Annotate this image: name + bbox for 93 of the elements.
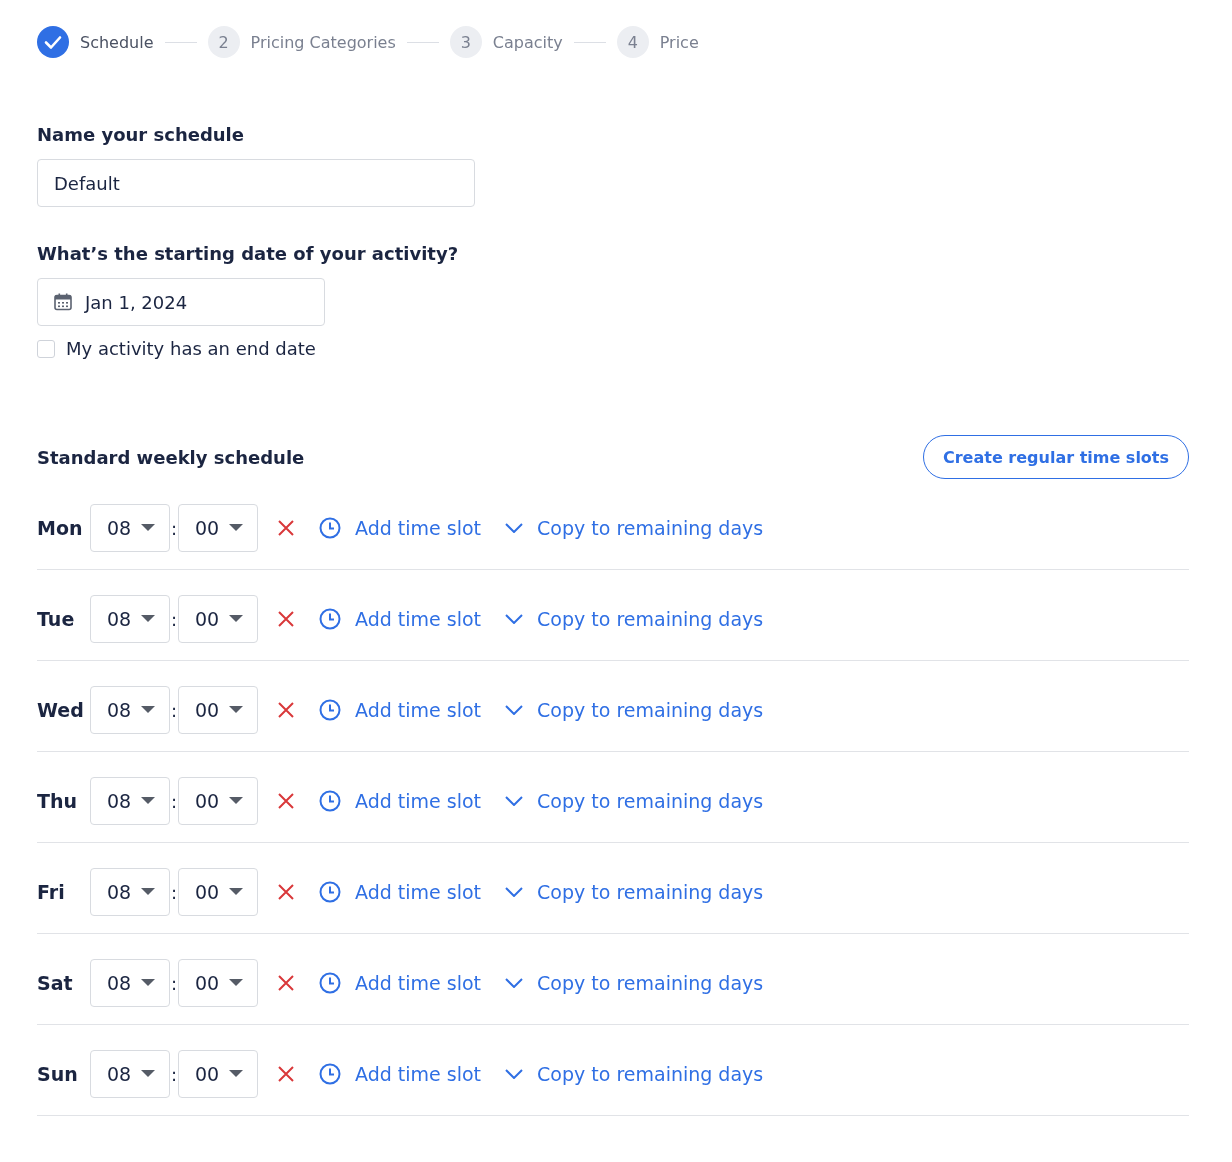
clock-icon (319, 881, 341, 903)
close-icon[interactable] (277, 974, 295, 992)
time-separator: : (170, 608, 178, 630)
hour-dropdown[interactable]: 08 (90, 1050, 170, 1098)
add-time-slot-link[interactable]: Add time slot (319, 790, 482, 812)
caret-icon (229, 1070, 243, 1078)
hour-dropdown[interactable]: 08 (90, 504, 170, 552)
field-label: What’s the starting date of your activity? (37, 243, 460, 264)
close-icon[interactable] (277, 519, 295, 537)
clock-icon (319, 972, 341, 994)
caret-icon (141, 615, 155, 623)
day-label: Sun (37, 1063, 79, 1085)
caret-icon (141, 797, 155, 805)
section-title: Standard weekly schedule (37, 446, 305, 468)
field-label: Name your schedule (37, 124, 245, 145)
copy-to-remaining-days-link[interactable]: Copy to remaining days (505, 972, 764, 994)
caret-icon (229, 524, 243, 532)
create-time-slots-button[interactable]: Create regular time slots (923, 435, 1189, 479)
chevron-down-icon (505, 796, 524, 806)
step-label[interactable]: Schedule (80, 32, 154, 52)
hour-dropdown[interactable]: 08 (90, 686, 170, 734)
day-label: Thu (37, 790, 78, 812)
day-label: Wed (37, 699, 85, 721)
clock-icon (319, 608, 341, 630)
time-separator: : (170, 790, 178, 812)
close-icon[interactable] (277, 1065, 295, 1083)
time-separator: : (170, 1063, 178, 1085)
step-label[interactable]: Price (659, 32, 699, 52)
chevron-down-icon (505, 1069, 524, 1079)
step-label[interactable]: Pricing Categories (250, 32, 396, 52)
checkbox[interactable] (37, 339, 55, 358)
copy-to-remaining-days-link[interactable]: Copy to remaining days (505, 1063, 764, 1085)
copy-to-remaining-days-link[interactable]: Copy to remaining days (505, 790, 764, 812)
calendar-icon (53, 292, 73, 312)
day-label: Fri (37, 881, 66, 903)
caret-icon (141, 1070, 155, 1078)
time-separator: : (170, 881, 178, 903)
minute-dropdown[interactable]: 00 (178, 1050, 258, 1098)
day-label: Sat (37, 972, 74, 994)
checkbox-label: My activity has an end date (66, 338, 316, 359)
hour-dropdown[interactable]: 08 (90, 868, 170, 916)
clock-icon (319, 1063, 341, 1085)
clock-icon (319, 517, 341, 539)
chevron-down-icon (505, 523, 524, 533)
time-separator: : (170, 517, 178, 539)
hour-dropdown[interactable]: 08 (90, 959, 170, 1007)
caret-icon (141, 979, 155, 987)
copy-to-remaining-days-link[interactable]: Copy to remaining days (505, 881, 764, 903)
close-icon[interactable] (277, 792, 295, 810)
close-icon[interactable] (277, 701, 295, 719)
step-number: 4 (616, 26, 649, 58)
chevron-down-icon (505, 978, 524, 988)
step-number: 3 (449, 26, 482, 58)
caret-icon (229, 706, 243, 714)
minute-dropdown[interactable]: 00 (178, 595, 258, 643)
caret-icon (229, 615, 243, 623)
day-label: Mon (37, 517, 84, 539)
caret-icon (229, 797, 243, 805)
step-label[interactable]: Capacity (492, 32, 563, 52)
caret-icon (141, 706, 155, 714)
hour-dropdown[interactable]: 08 (90, 777, 170, 825)
hour-dropdown[interactable]: 08 (90, 595, 170, 643)
copy-to-remaining-days-link[interactable]: Copy to remaining days (505, 517, 764, 539)
close-icon[interactable] (277, 883, 295, 901)
caret-icon (229, 979, 243, 987)
day-label: Tue (37, 608, 76, 630)
time-separator: : (170, 972, 178, 994)
minute-dropdown[interactable]: 00 (178, 686, 258, 734)
clock-icon (319, 699, 341, 721)
add-time-slot-link[interactable]: Add time slot (319, 699, 482, 721)
add-time-slot-link[interactable]: Add time slot (319, 881, 482, 903)
minute-dropdown[interactable]: 00 (178, 504, 258, 552)
copy-to-remaining-days-link[interactable]: Copy to remaining days (505, 699, 764, 721)
step-number: 2 (207, 26, 240, 58)
chevron-down-icon (505, 614, 524, 624)
clock-icon (319, 790, 341, 812)
caret-icon (141, 888, 155, 896)
minute-dropdown[interactable]: 00 (178, 959, 258, 1007)
close-icon[interactable] (277, 610, 295, 628)
date-input-field[interactable]: Jan 1, 2024 (37, 278, 325, 326)
copy-to-remaining-days-link[interactable]: Copy to remaining days (505, 608, 764, 630)
chevron-down-icon (505, 705, 524, 715)
time-separator: : (170, 699, 178, 721)
add-time-slot-link[interactable]: Add time slot (319, 517, 482, 539)
add-time-slot-link[interactable]: Add time slot (319, 972, 482, 994)
name-input-field[interactable]: Default (37, 159, 475, 207)
add-time-slot-link[interactable]: Add time slot (319, 608, 482, 630)
minute-dropdown[interactable]: 00 (178, 777, 258, 825)
caret-icon (141, 524, 155, 532)
add-time-slot-link[interactable]: Add time slot (319, 1063, 482, 1085)
caret-icon (229, 888, 243, 896)
minute-dropdown[interactable]: 00 (178, 868, 258, 916)
chevron-down-icon (505, 887, 524, 897)
